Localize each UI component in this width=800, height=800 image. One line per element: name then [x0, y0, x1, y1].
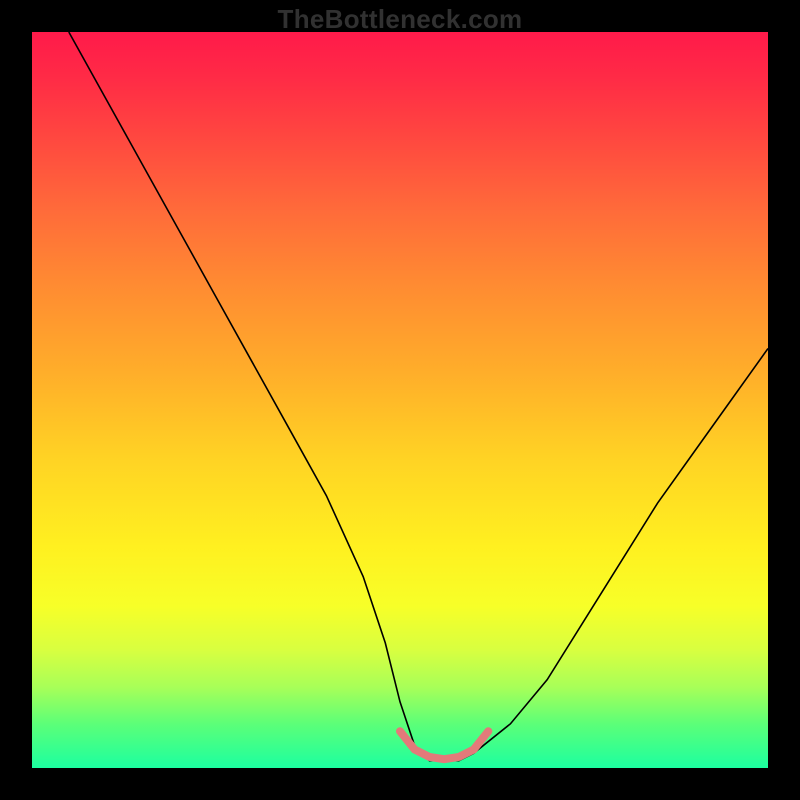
optimal-range-marker: [400, 731, 488, 759]
watermark-text: TheBottleneck.com: [0, 4, 800, 35]
chart-svg: [32, 32, 768, 768]
bottleneck-curve: [69, 32, 768, 761]
plot-area: [32, 32, 768, 768]
chart-frame: TheBottleneck.com: [0, 0, 800, 800]
